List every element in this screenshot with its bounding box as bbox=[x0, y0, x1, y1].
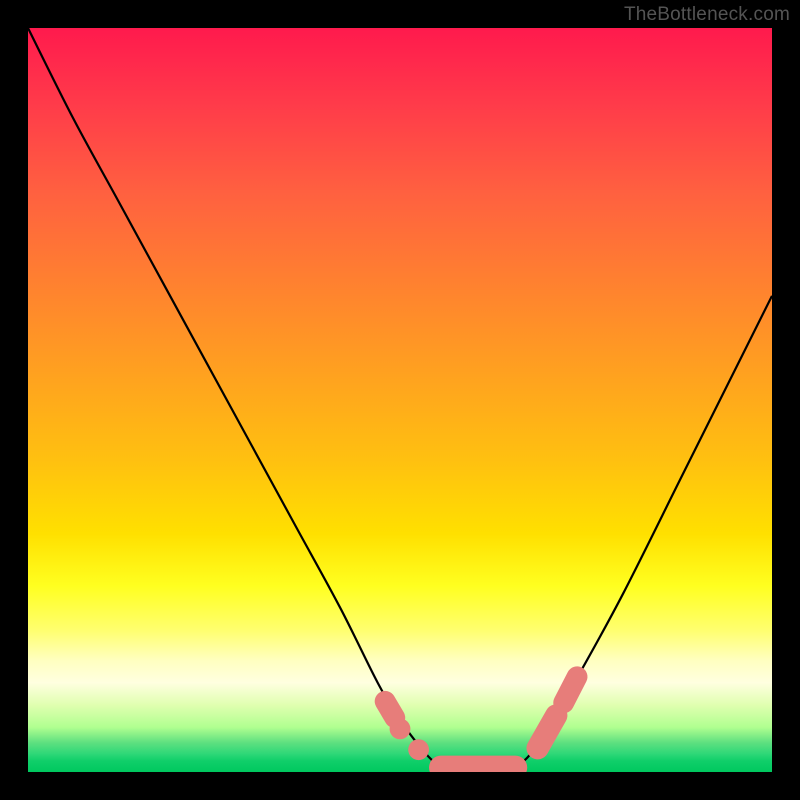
watermark-text: TheBottleneck.com bbox=[624, 4, 790, 26]
marker-dot bbox=[408, 739, 429, 760]
chart-container: TheBottleneck.com bbox=[0, 0, 800, 800]
plot-area bbox=[28, 28, 772, 772]
chart-svg bbox=[28, 28, 772, 772]
marker-pill bbox=[538, 715, 557, 748]
markers-group bbox=[385, 677, 577, 768]
marker-pill bbox=[385, 701, 395, 717]
curve-path bbox=[28, 28, 772, 772]
marker-pill bbox=[564, 677, 577, 703]
